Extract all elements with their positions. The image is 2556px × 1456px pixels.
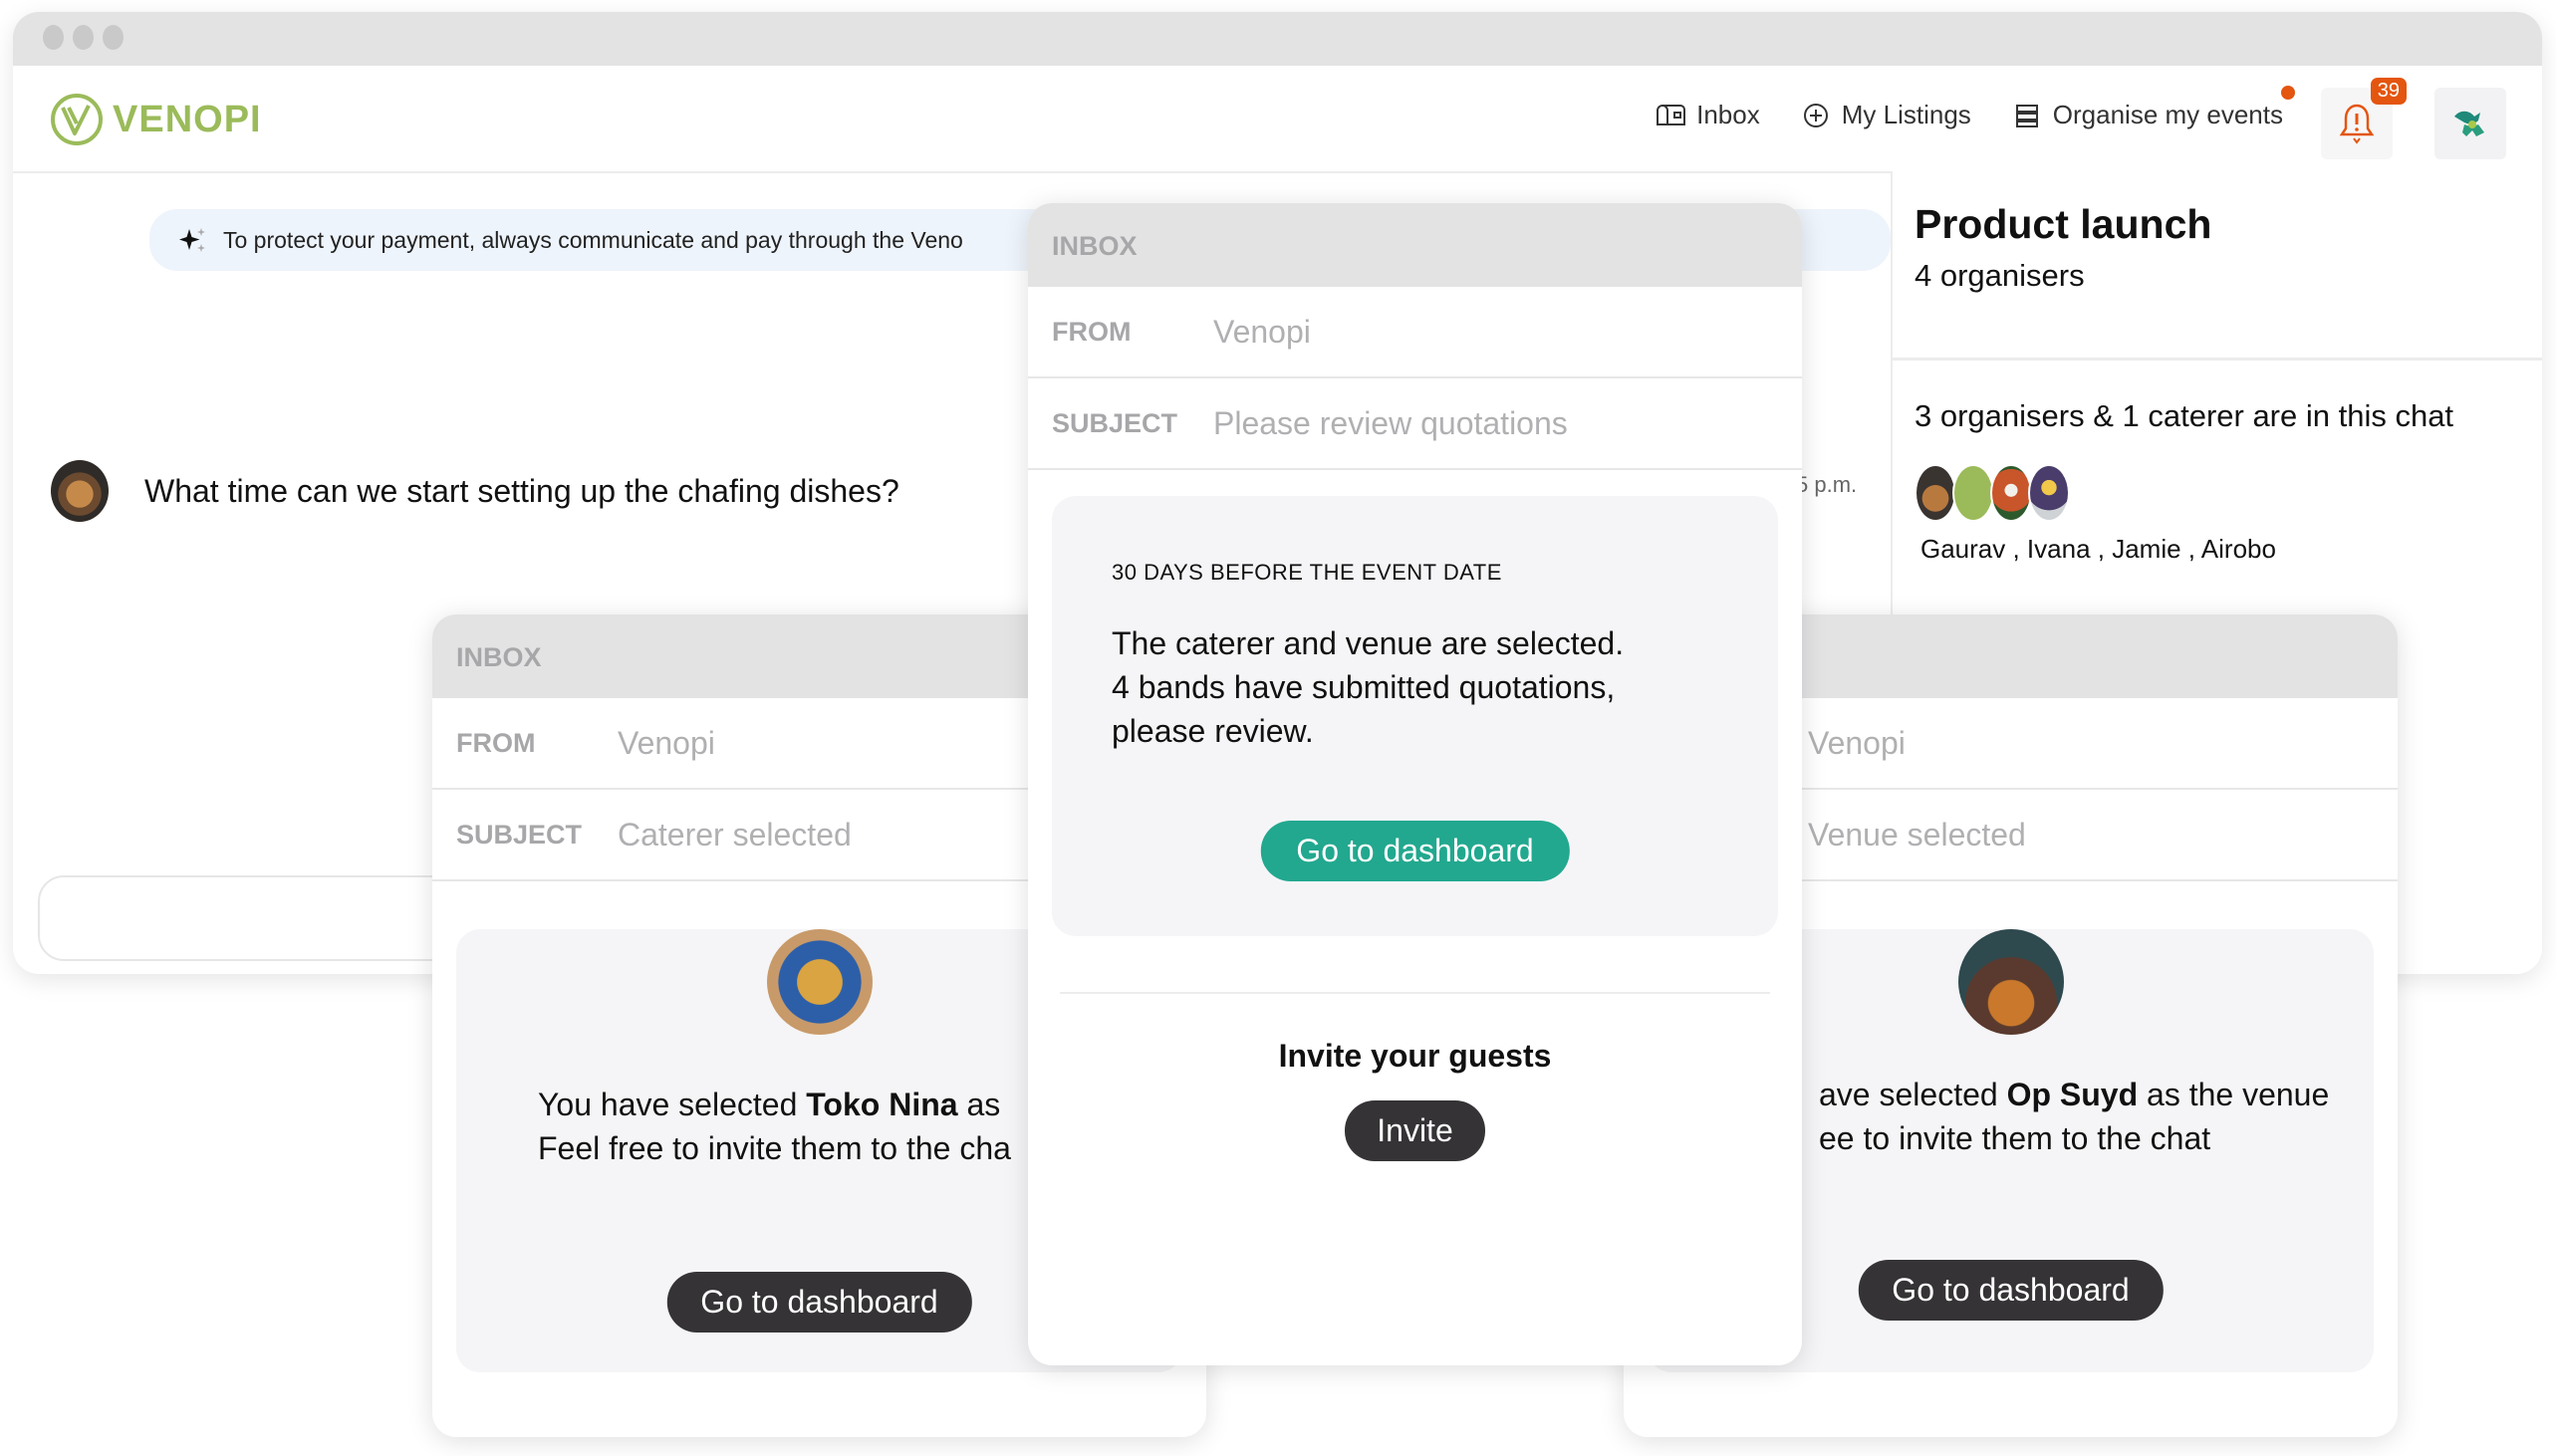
quotation-message: The caterer and venue are selected. 4 ba… — [1112, 621, 1778, 753]
top-nav: VENOPI Inbox My Listings Organise my eve… — [13, 66, 2542, 173]
plus-circle-icon — [1803, 103, 1828, 127]
subject-label: SUBJECT — [456, 819, 583, 849]
go-to-dashboard-button[interactable]: Go to dashboard — [1858, 1260, 2164, 1321]
venopi-logo[interactable]: VENOPI — [49, 92, 262, 147]
window-minimize-dot[interactable] — [73, 25, 94, 50]
sparkle-icon — [179, 228, 205, 252]
invite-title: Invite your guests — [1278, 1038, 1552, 1074]
notifications-button[interactable]: 39 — [2321, 78, 2407, 159]
invite-section: Invite your guests Invite — [1028, 994, 1802, 1161]
bell-alert-icon — [2339, 104, 2375, 144]
member-avatar[interactable] — [1990, 464, 2032, 522]
member-avatar[interactable] — [1915, 464, 1956, 522]
venue-image — [1957, 929, 2064, 1035]
timeline-kicker: 30 DAYS BEFORE THE EVENT DATE — [1112, 560, 1502, 585]
window-maximize-dot[interactable] — [103, 25, 124, 50]
venue-name: Op Suyd — [2006, 1077, 2139, 1112]
subject-value: Please review quotations — [1213, 404, 1568, 441]
message-line: The caterer and venue are selected. — [1112, 625, 1625, 661]
from-label: FROM — [1052, 316, 1132, 347]
organiser-count: 4 organisers — [1915, 258, 2085, 293]
from-value: Venopi — [618, 724, 715, 761]
selection-text-suffix: as the venue — [2138, 1077, 2330, 1112]
from-value: Venopi — [1213, 313, 1311, 350]
profile-avatar-button[interactable] — [2434, 88, 2506, 159]
subject-label: SUBJECT — [1052, 407, 1178, 438]
user-avatar-icon — [2454, 111, 2484, 136]
caterer-image — [766, 929, 873, 1035]
unread-dot — [2281, 86, 2295, 100]
subject-value: Caterer selected — [618, 816, 852, 852]
brand-name: VENOPI — [113, 98, 262, 140]
venopi-logo-icon — [51, 94, 103, 145]
chat-message: What time can we start setting up the ch… — [51, 460, 899, 522]
from-label: FROM — [456, 727, 536, 758]
invite-hint: ee to invite them to the chat — [1819, 1120, 2211, 1156]
selection-text-suffix: as — [957, 1087, 1001, 1122]
subject-value: Venue selected — [1808, 816, 2026, 852]
invite-hint: Feel free to invite them to the cha — [538, 1130, 1011, 1166]
member-avatars — [1915, 464, 2542, 522]
members-summary: 3 organisers & 1 caterer are in this cha… — [1915, 398, 2454, 433]
notification-count-badge: 39 — [2370, 78, 2407, 105]
window-close-dot[interactable] — [43, 25, 64, 50]
member-names: Gaurav , Ivana , Jamie , Airobo — [1920, 534, 2276, 564]
sender-avatar[interactable] — [51, 460, 109, 522]
event-title: Product launch — [1915, 201, 2212, 247]
nav-organise-label: Organise my events — [2052, 100, 2283, 129]
nav-organise-events[interactable]: Organise my events — [2011, 86, 2295, 130]
message-text: What time can we start setting up the ch… — [144, 472, 899, 509]
message-line: please review. — [1112, 713, 1314, 749]
card-body: 30 DAYS BEFORE THE EVENT DATE The catere… — [1052, 496, 1778, 936]
message-line: 4 bands have submitted quotations, — [1112, 669, 1616, 705]
card-header: INBOX — [1028, 203, 1802, 287]
member-avatar[interactable] — [2028, 464, 2070, 522]
nav-inbox[interactable]: Inbox — [1655, 100, 1760, 130]
from-value: Venopi — [1808, 724, 1906, 761]
go-to-dashboard-button[interactable]: Go to dashboard — [666, 1272, 972, 1333]
nav-my-listings[interactable]: My Listings — [1800, 100, 1971, 130]
nav-my-listings-label: My Listings — [1841, 100, 1971, 129]
nav-inbox-label: Inbox — [1696, 100, 1760, 129]
go-to-dashboard-button[interactable]: Go to dashboard — [1260, 821, 1570, 881]
window-titlebar — [13, 12, 2542, 66]
caterer-name: Toko Nina — [806, 1087, 958, 1122]
notice-text: To protect your payment, always communic… — [223, 226, 963, 253]
selection-text-prefix: You have selected — [538, 1087, 807, 1122]
mailbox-icon — [1657, 104, 1686, 125]
selection-text-prefix: ave selected — [1819, 1077, 2007, 1112]
inbox-card-quotations: INBOX FROM Venopi SUBJECT Please review … — [1028, 203, 1802, 1365]
member-avatar[interactable] — [1952, 464, 1994, 522]
invite-button[interactable]: Invite — [1345, 1100, 1485, 1161]
message-timestamp: 5 p.m. — [1796, 472, 1858, 497]
list-layout-icon — [2015, 104, 2038, 127]
